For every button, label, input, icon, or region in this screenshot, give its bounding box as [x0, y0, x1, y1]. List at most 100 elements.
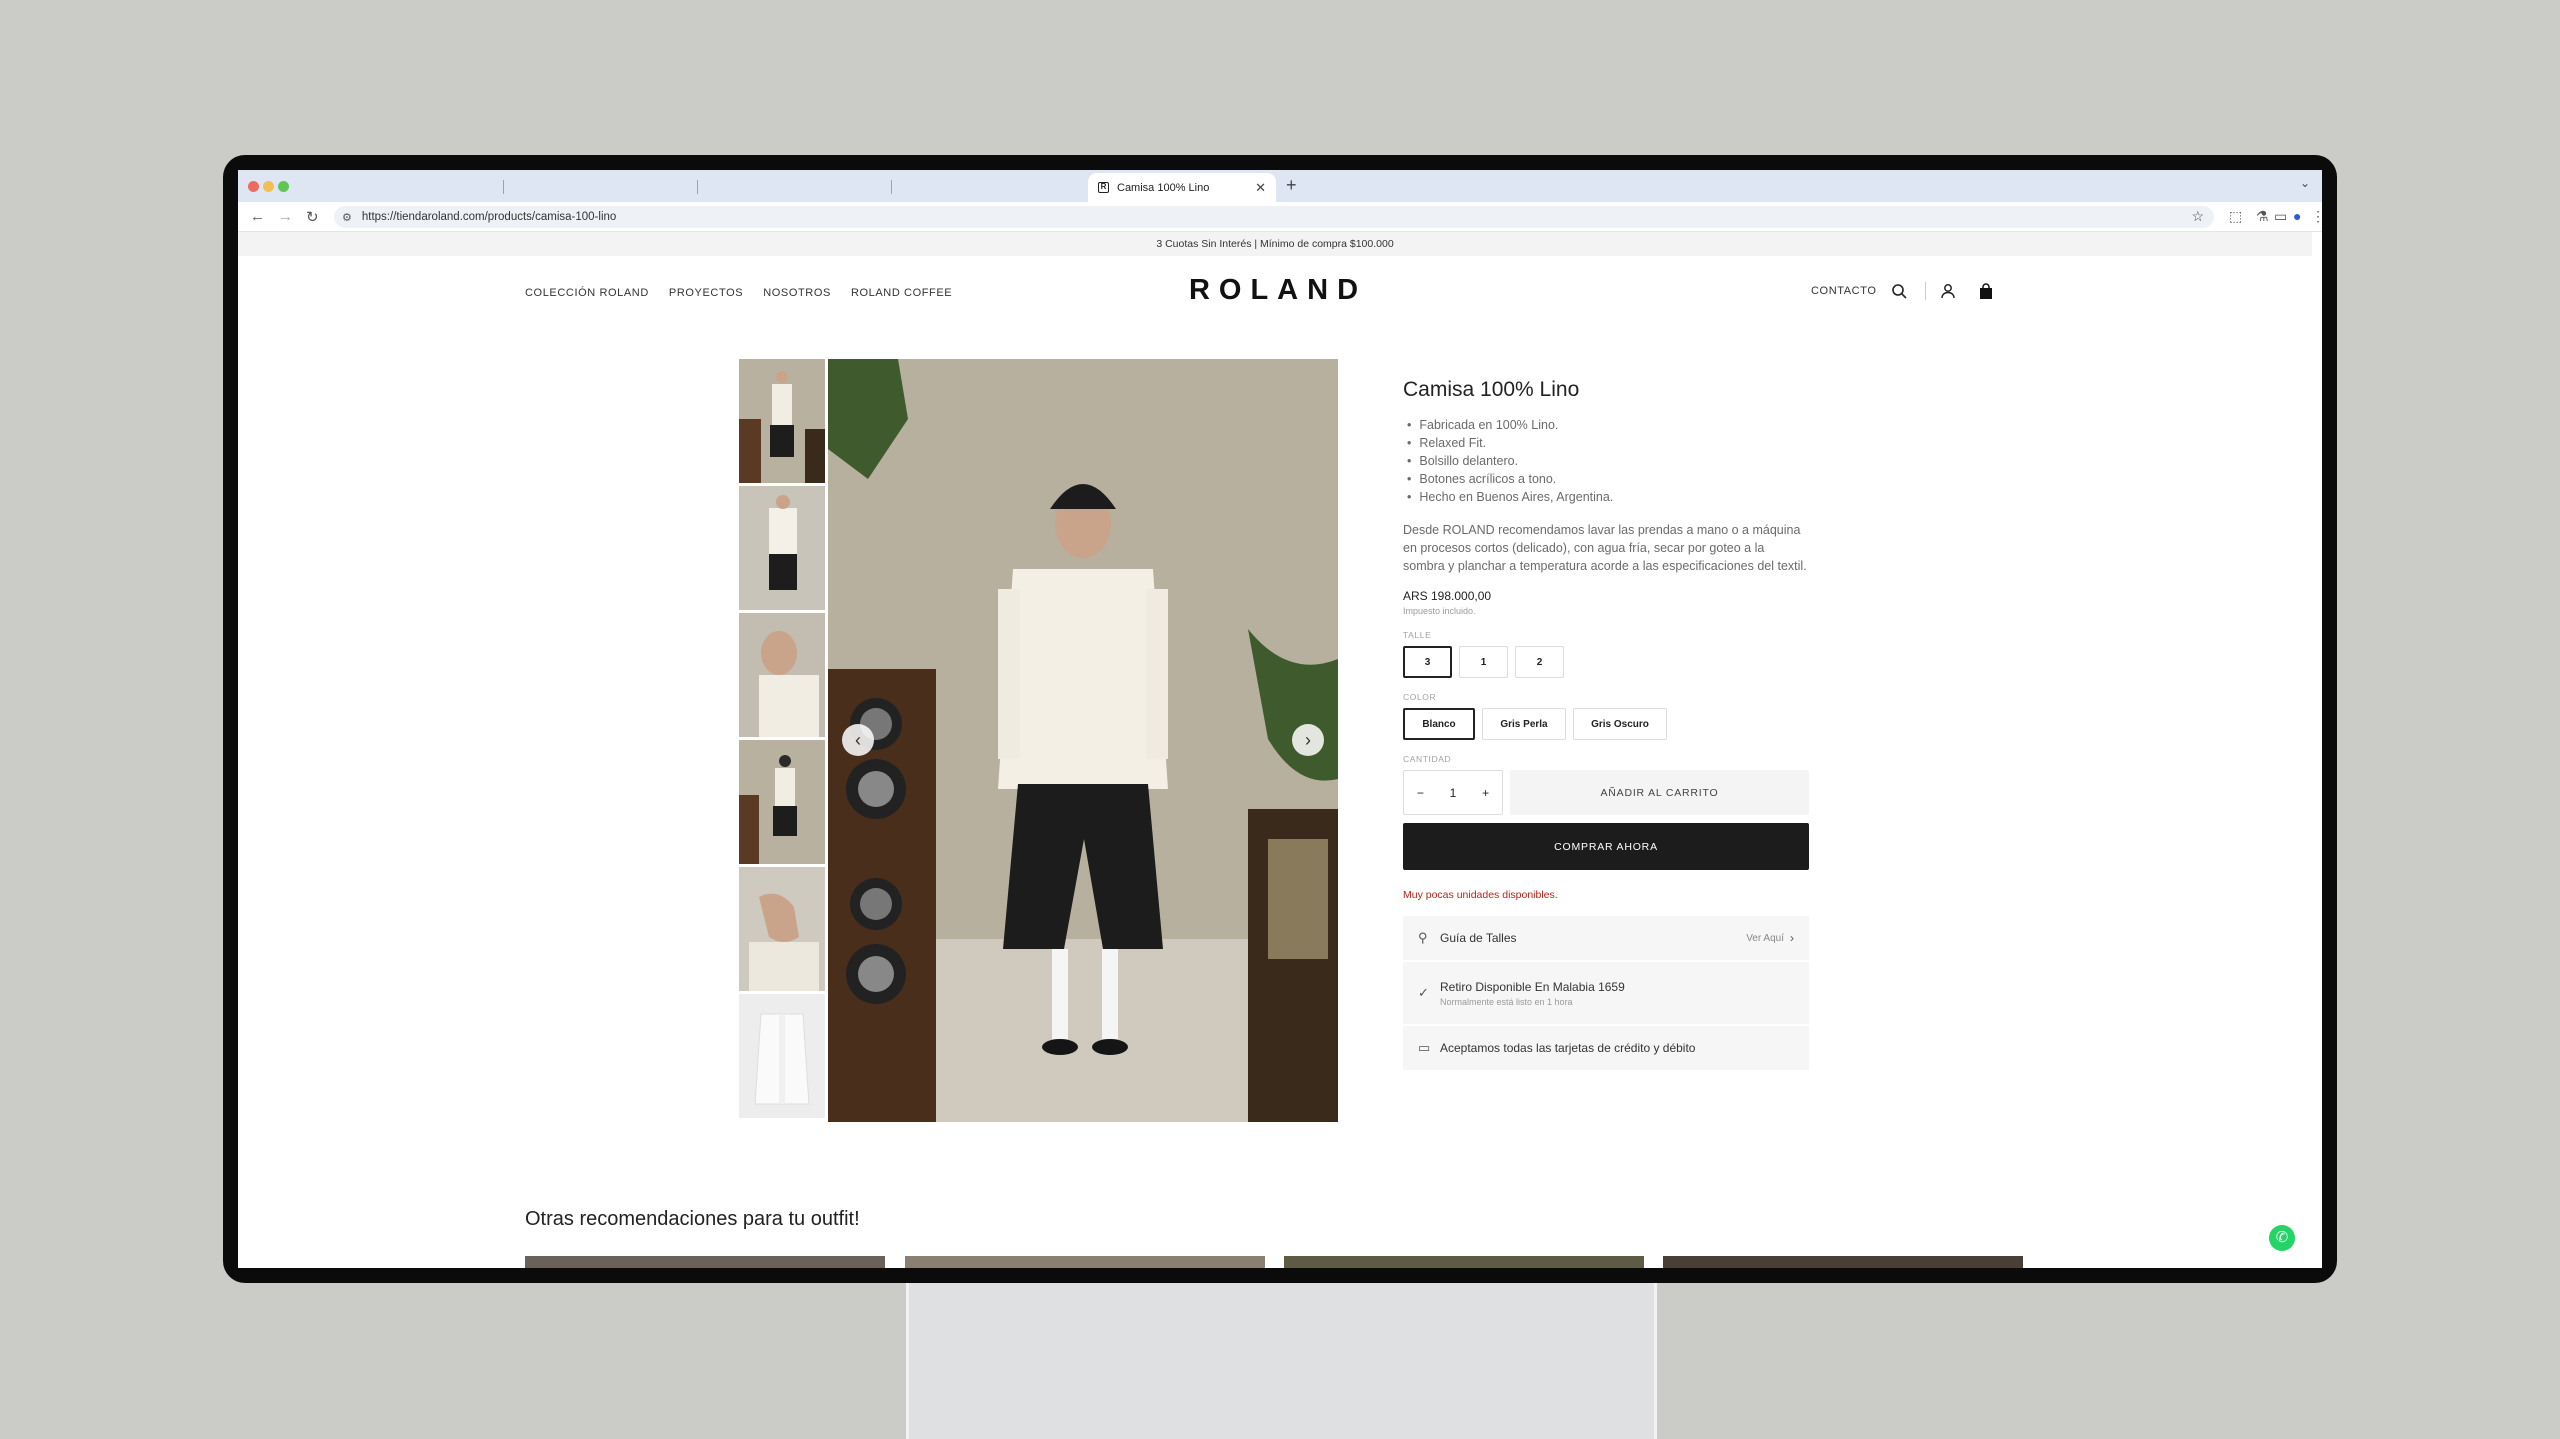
- store-page: 3 Cuotas Sin Interés | Mínimo de compra …: [238, 232, 2322, 1268]
- address-bar[interactable]: ⚙ https://tiendaroland.com/products/cami…: [334, 206, 2214, 228]
- nav-contacto[interactable]: CONTACTO: [1811, 285, 1877, 297]
- tab-separator: [891, 180, 892, 194]
- color-option-gris-oscuro[interactable]: Gris Oscuro: [1573, 708, 1667, 740]
- tax-note: Impuesto incluido.: [1403, 606, 1476, 616]
- quantity-label: CANTIDAD: [1403, 754, 1452, 764]
- new-tab-icon[interactable]: +: [1286, 175, 1297, 196]
- nav-proyectos[interactable]: PROYECTOS: [669, 287, 743, 299]
- increase-quantity-button[interactable]: +: [1482, 786, 1489, 800]
- product-price: ARS 198.000,00: [1403, 589, 1492, 603]
- back-icon[interactable]: ←: [250, 208, 265, 225]
- quantity-stepper: − 1 +: [1403, 770, 1503, 815]
- recommendation-card[interactable]: [525, 1256, 885, 1268]
- close-window-button[interactable]: [248, 181, 259, 192]
- tab-bar: R Camisa 100% Lino ✕ + ⌄: [238, 170, 2322, 202]
- buy-now-button[interactable]: COMPRAR AHORA: [1403, 823, 1809, 870]
- cast-icon[interactable]: ▭: [2274, 208, 2287, 225]
- thumbnail-1[interactable]: [739, 359, 825, 483]
- recommendations-title: Otras recomendaciones para tu outfit!: [525, 1208, 860, 1230]
- next-image-button[interactable]: ›: [1292, 724, 1324, 756]
- cart-bag-icon[interactable]: [1978, 282, 1994, 300]
- model-photo: [828, 359, 1338, 1122]
- size-guide-row[interactable]: ⚲ Guía de Talles Ver Aquí ›: [1403, 916, 1809, 962]
- thumbnail-5[interactable]: [739, 867, 825, 991]
- thumbnail-list: [739, 359, 825, 1121]
- close-tab-icon[interactable]: ✕: [1255, 180, 1266, 196]
- menu-icon[interactable]: ⋮: [2311, 208, 2322, 225]
- recommendation-card[interactable]: [1663, 1256, 2023, 1268]
- color-options: Blanco Gris Perla Gris Oscuro: [1403, 708, 1809, 740]
- announcement-bar: 3 Cuotas Sin Interés | Mínimo de compra …: [238, 232, 2312, 256]
- feature-item: Bolsillo delantero.: [1403, 452, 1809, 470]
- product-title: Camisa 100% Lino: [1403, 378, 1580, 401]
- account-icon[interactable]: [1940, 283, 1956, 299]
- hanger-icon: ⚲: [1418, 930, 1428, 945]
- recommendation-card[interactable]: [1284, 1256, 1644, 1268]
- chevron-right-icon: ›: [1790, 931, 1794, 945]
- feature-item: Fabricada en 100% Lino.: [1403, 416, 1809, 434]
- thumbnail-6[interactable]: [739, 994, 825, 1118]
- color-label: COLOR: [1403, 692, 1437, 702]
- url-text: https://tiendaroland.com/products/camisa…: [361, 211, 617, 223]
- header-divider: [1924, 282, 1926, 300]
- extensions-icon[interactable]: ⬚: [2229, 208, 2242, 225]
- pickup-label: Retiro Disponible En Malabia 1659: [1440, 979, 1625, 994]
- site-settings-icon[interactable]: ⚙: [342, 211, 352, 224]
- tab-camisa[interactable]: R Camisa 100% Lino ✕: [1088, 173, 1276, 202]
- feature-item: Botones acrílicos a tono.: [1403, 470, 1809, 488]
- tab-search-icon[interactable]: ⌄: [2300, 176, 2310, 190]
- size-option-3[interactable]: 3: [1403, 646, 1452, 678]
- product-main-image: ‹ ›: [828, 359, 1338, 1122]
- tab-separator: [697, 180, 698, 194]
- decrease-quantity-button[interactable]: −: [1417, 786, 1424, 800]
- pickup-row: ✓ Retiro Disponible En Malabia 1659 Norm…: [1403, 962, 1809, 1026]
- purchase-row: − 1 + AÑADIR AL CARRITO: [1403, 770, 1809, 815]
- size-guide-label: Guía de Talles: [1440, 931, 1517, 945]
- labs-icon[interactable]: ⚗: [2256, 208, 2269, 225]
- quantity-value[interactable]: 1: [1450, 786, 1457, 800]
- reload-icon[interactable]: ↻: [306, 208, 319, 226]
- feature-item: Relaxed Fit.: [1403, 434, 1809, 452]
- low-stock-notice: Muy pocas unidades disponibles.: [1403, 889, 1558, 901]
- product-info: Camisa 100% Lino Fabricada en 100% Lino.…: [1403, 359, 1809, 1072]
- maximize-window-button[interactable]: [278, 181, 289, 192]
- thumbnail-4[interactable]: [739, 740, 825, 864]
- profile-icon[interactable]: ●: [2293, 208, 2301, 224]
- care-description: Desde ROLAND recomendamos lavar las pren…: [1403, 523, 1807, 573]
- browser-toolbar: ← → ↻ ⚙ https://tiendaroland.com/product…: [238, 202, 2322, 232]
- nav-roland-coffee[interactable]: ROLAND COFFEE: [851, 287, 952, 299]
- pickup-sublabel: Normalmente está listo en 1 hora: [1440, 996, 1573, 1007]
- color-option-blanco[interactable]: Blanco: [1403, 708, 1475, 740]
- thumbnail-2[interactable]: [739, 486, 825, 610]
- main-nav: COLECCIÓN ROLAND PROYECTOS NOSOTROS ROLA…: [525, 287, 952, 299]
- minimize-window-button[interactable]: [263, 181, 274, 192]
- roland-favicon-icon: R: [1098, 182, 1109, 193]
- product-features: Fabricada en 100% Lino. Relaxed Fit. Bol…: [1403, 416, 1809, 506]
- header-actions: CONTACTO: [1811, 282, 1994, 300]
- nav-nosotros[interactable]: NOSOTROS: [763, 287, 831, 299]
- credit-card-icon: ▭: [1418, 1040, 1431, 1055]
- browser-window: R Camisa 100% Lino ✕ + ⌄ ← → ↻ ⚙ https:/…: [238, 170, 2322, 1268]
- info-accordion: ⚲ Guía de Talles Ver Aquí › ✓ Retiro Dis…: [1403, 916, 1809, 1072]
- thumbnail-3[interactable]: [739, 613, 825, 737]
- search-icon[interactable]: [1891, 283, 1907, 299]
- size-option-2[interactable]: 2: [1515, 646, 1564, 678]
- feature-item: Hecho en Buenos Aires, Argentina.: [1403, 488, 1809, 506]
- prev-image-button[interactable]: ‹: [842, 724, 874, 756]
- bookmark-star-icon[interactable]: ☆: [2191, 208, 2204, 225]
- size-option-1[interactable]: 1: [1459, 646, 1508, 678]
- add-to-cart-button[interactable]: AÑADIR AL CARRITO: [1510, 770, 1809, 815]
- recommendation-card[interactable]: [905, 1256, 1265, 1268]
- roland-logo[interactable]: ROLAND: [1178, 274, 1378, 307]
- payment-row: ▭ Aceptamos todas las tarjetas de crédit…: [1403, 1026, 1809, 1072]
- color-option-gris-perla[interactable]: Gris Perla: [1482, 708, 1566, 740]
- nav-coleccion[interactable]: COLECCIÓN ROLAND: [525, 287, 649, 299]
- size-label: TALLE: [1403, 630, 1432, 640]
- size-guide-link[interactable]: Ver Aquí: [1746, 933, 1784, 944]
- forward-icon[interactable]: →: [278, 208, 293, 225]
- check-circle-icon: ✓: [1418, 985, 1429, 1000]
- monitor-stand: [906, 1283, 1657, 1439]
- whatsapp-chat-icon[interactable]: ✆: [2269, 1225, 2295, 1251]
- tab-separator: [503, 180, 504, 194]
- size-options: 3 1 2: [1403, 646, 1809, 678]
